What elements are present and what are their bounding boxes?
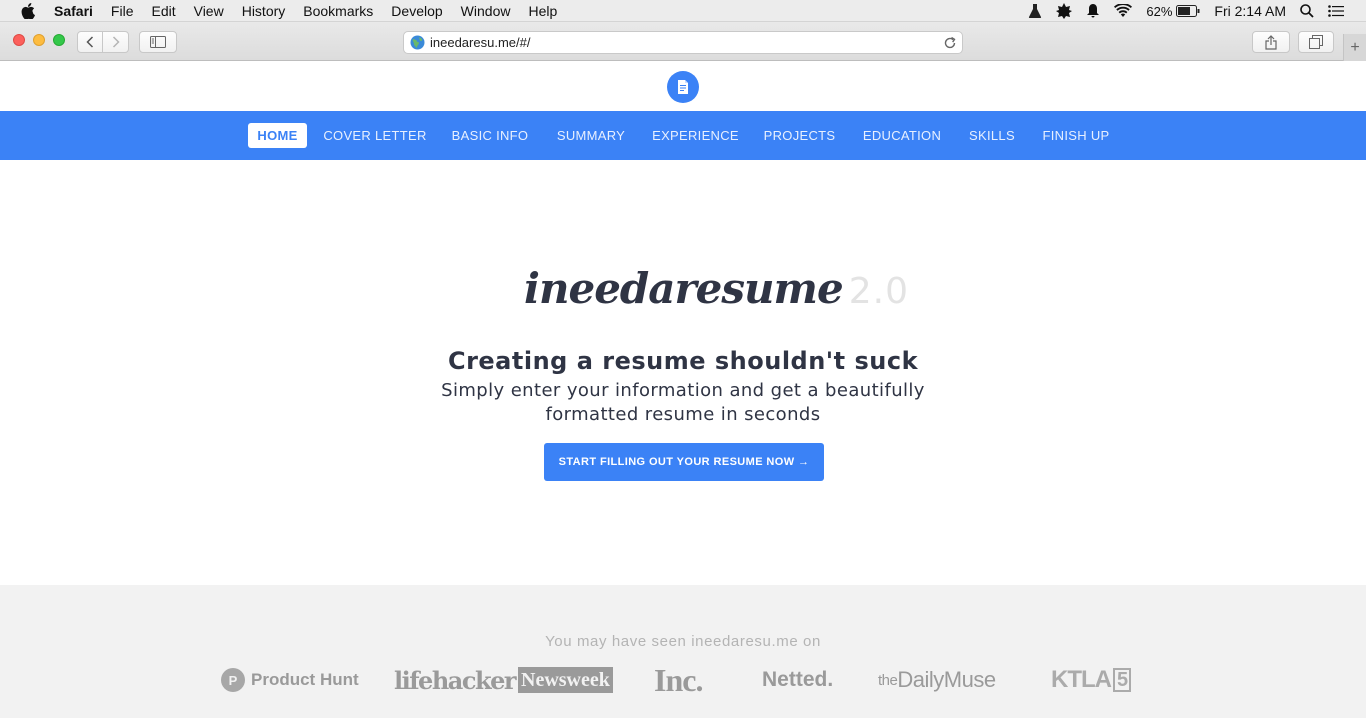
share-button[interactable] [1252, 31, 1290, 53]
ktla-logo: KTLA 5 [1051, 665, 1132, 695]
plus-icon: + [1350, 38, 1360, 56]
start-resume-button[interactable]: START FILLING OUT YOUR RESUME NOW → [544, 443, 824, 481]
spotlight-search-icon[interactable] [1300, 4, 1314, 18]
document-icon [678, 80, 688, 94]
browser-toolbar: ineedaresu.me/#/ [0, 22, 1366, 61]
brand-version: 2.0 [848, 271, 909, 312]
ktla-text: KTLA [1051, 666, 1112, 693]
nav-finish-up[interactable]: FINISH UP [1038, 123, 1114, 148]
press-section: You may have seen ineedaresu.me on P Pro… [0, 585, 1366, 718]
window-zoom-button[interactable] [53, 34, 65, 46]
new-tab-button[interactable]: + [1343, 34, 1366, 61]
sidebar-icon [150, 36, 166, 48]
clock[interactable]: Fri 2:14 AM [1214, 3, 1286, 19]
brand-title: ineedaresume 2.0 [524, 264, 909, 320]
tab-overview-button[interactable] [1298, 31, 1334, 53]
address-bar[interactable]: ineedaresu.me/#/ [403, 31, 963, 54]
notification-bell-icon[interactable] [1086, 3, 1100, 19]
netted-logo: Netted. [762, 668, 834, 691]
notification-center-icon[interactable] [1328, 5, 1344, 17]
flask-icon[interactable] [1028, 3, 1042, 19]
menu-history[interactable]: History [242, 3, 286, 19]
product-hunt-text: Product Hunt [251, 670, 359, 689]
site-logo[interactable] [667, 71, 699, 103]
product-hunt-logo: P Product Hunt [221, 665, 359, 695]
battery-icon[interactable] [1176, 5, 1200, 17]
nav-education[interactable]: EDUCATION [858, 123, 946, 148]
menu-view[interactable]: View [194, 3, 224, 19]
nav-home[interactable]: HOME [248, 123, 307, 148]
menu-develop[interactable]: Develop [391, 3, 442, 19]
menu-edit[interactable]: Edit [151, 3, 175, 19]
menu-window[interactable]: Window [461, 3, 511, 19]
lifehacker-logo: lifehacker [394, 665, 516, 695]
forward-button[interactable] [103, 31, 129, 53]
nav-skills[interactable]: SKILLS [964, 123, 1020, 148]
product-hunt-mark: P [221, 668, 245, 692]
web-page: HOME COVER LETTER BASIC INFO SUMMARY EXP… [0, 61, 1366, 718]
menu-file[interactable]: File [111, 3, 134, 19]
daily-muse-logo: the DailyMuse [878, 665, 996, 695]
main-navigation: HOME COVER LETTER BASIC INFO SUMMARY EXP… [0, 111, 1366, 160]
brand-name: ineedaresume [524, 264, 844, 313]
chevron-left-icon [86, 36, 94, 48]
menu-bookmarks[interactable]: Bookmarks [303, 3, 373, 19]
tabs-icon [1309, 35, 1323, 49]
sidebar-toggle-button[interactable] [139, 31, 177, 53]
ktla-number: 5 [1112, 668, 1132, 692]
inc-logo: Inc. [654, 661, 703, 698]
globe-icon [410, 35, 425, 50]
back-button[interactable] [77, 31, 103, 53]
chevron-right-icon [112, 36, 120, 48]
hero-subline: Simply enter your information and get a … [441, 380, 925, 425]
menu-bar: Safari File Edit View History Bookmarks … [0, 0, 1366, 22]
hero-headline: Creating a resume shouldn't suck [447, 347, 919, 375]
window-minimize-button[interactable] [33, 34, 45, 46]
status-area: 62% Fri 2:14 AM [1014, 0, 1366, 22]
window-close-button[interactable] [13, 34, 25, 46]
apple-icon[interactable] [20, 2, 36, 19]
wifi-icon[interactable] [1114, 4, 1133, 18]
menu-app-safari[interactable]: Safari [54, 3, 93, 19]
nav-basic-info[interactable]: BASIC INFO [447, 123, 533, 148]
newsweek-logo: Newsweek [518, 667, 613, 693]
reload-icon[interactable] [943, 35, 957, 50]
url-text[interactable]: ineedaresu.me/#/ [430, 35, 530, 50]
puzzle-icon[interactable] [1056, 3, 1073, 19]
share-icon [1265, 34, 1277, 50]
battery-percent[interactable]: 62% [1146, 4, 1172, 19]
nav-cover-letter[interactable]: COVER LETTER [322, 123, 428, 148]
nav-summary[interactable]: SUMMARY [551, 123, 631, 148]
menu-help[interactable]: Help [528, 3, 557, 19]
nav-experience[interactable]: EXPERIENCE [649, 123, 742, 148]
daily-muse-text: DailyMuse [897, 667, 996, 692]
press-title: You may have seen ineedaresu.me on [545, 633, 821, 650]
nav-projects[interactable]: PROJECTS [760, 123, 839, 148]
daily-muse-prefix: the [878, 671, 898, 689]
